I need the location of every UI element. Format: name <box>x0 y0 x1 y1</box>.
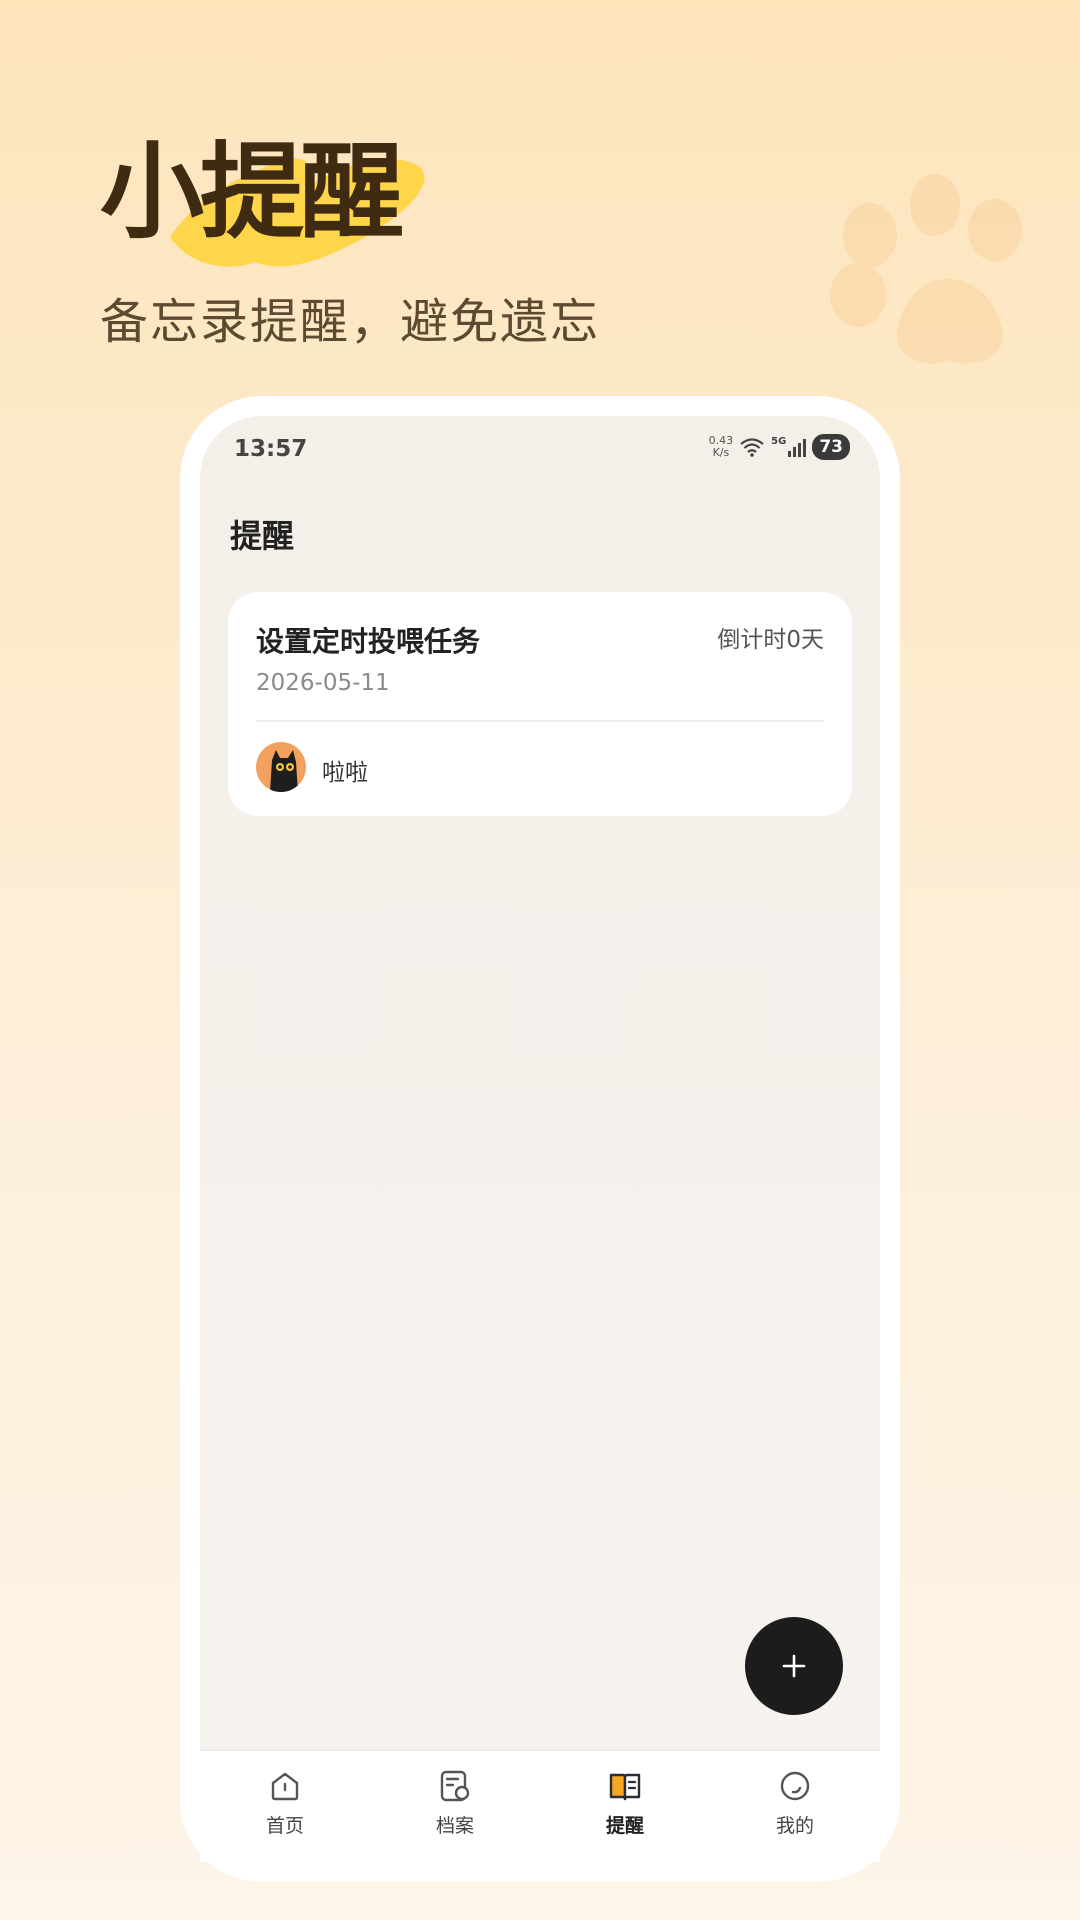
paw-print-icon <box>830 174 1022 364</box>
net-speed-unit: K/s <box>712 446 730 459</box>
add-reminder-button[interactable] <box>745 1617 843 1715</box>
tab-reminders[interactable]: 提醒 <box>540 1751 710 1862</box>
hero-title-block: 小提醒 <box>100 120 460 280</box>
reminder-countdown: 倒计时0天 <box>717 627 824 653</box>
home-icon <box>271 1772 299 1801</box>
reminder-title: 设置定时投喂任务 <box>256 625 481 658</box>
status-icons: 0.43 K/s 5G 73 <box>709 434 850 460</box>
profile-doc-icon <box>440 1770 470 1802</box>
card-divider <box>256 720 824 722</box>
cell-signal: 5G <box>771 436 807 457</box>
phone-screen: 13:57 0.43 K/s 5G 73 提醒 设置定时投喂任务 倒计时0天 2… <box>200 416 880 1862</box>
reminder-date: 2026-05-11 <box>256 670 390 696</box>
pet-avatar <box>256 742 306 792</box>
reminder-card[interactable]: 设置定时投喂任务 倒计时0天 2026-05-11 啦啦 <box>228 592 852 816</box>
hero-subtitle: 备忘录提醒，避免遗忘 <box>100 294 601 350</box>
bottom-tab-bar: 首页 档案 提醒 我的 <box>200 1750 880 1862</box>
tab-label-home: 首页 <box>265 1815 304 1837</box>
plus-icon <box>782 1654 806 1678</box>
page-title: 提醒 <box>230 517 295 555</box>
wifi-icon <box>740 438 764 457</box>
tab-label-reminders: 提醒 <box>605 1815 644 1837</box>
battery-indicator: 73 <box>812 434 850 460</box>
tab-label-profile: 档案 <box>435 1815 474 1837</box>
signal-bars-icon <box>788 437 807 457</box>
user-circle-icon <box>780 1771 810 1801</box>
tab-mine[interactable]: 我的 <box>710 1751 880 1862</box>
black-cat-icon <box>270 750 298 792</box>
network-type: 5G <box>771 436 787 447</box>
net-speed: 0.43 K/s <box>709 435 734 459</box>
tab-home[interactable]: 首页 <box>200 1751 370 1862</box>
battery-level: 73 <box>819 437 843 457</box>
pet-name: 啦啦 <box>322 760 368 786</box>
tab-profile[interactable]: 档案 <box>370 1751 540 1862</box>
tab-label-mine: 我的 <box>775 1815 814 1837</box>
phone-frame: 13:57 0.43 K/s 5G 73 提醒 设置定时投喂任务 倒计时0天 2… <box>180 396 900 1882</box>
status-time: 13:57 <box>234 436 308 462</box>
book-icon <box>609 1773 641 1801</box>
hero-title: 小提醒 <box>100 131 404 253</box>
